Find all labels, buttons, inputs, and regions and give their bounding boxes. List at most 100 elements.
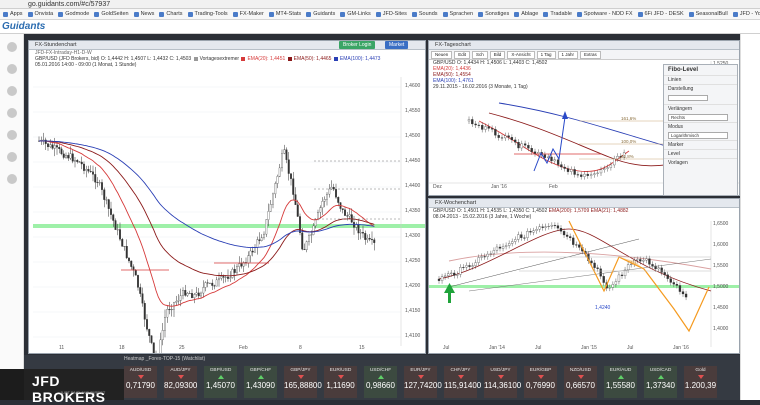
candle [367, 235, 369, 243]
heatmap-tile[interactable]: EUR/AUD1,55580 [604, 366, 637, 398]
menu-icon[interactable] [7, 64, 17, 74]
candle [533, 228, 535, 235]
bookmark-item[interactable]: News [134, 11, 160, 17]
candle [166, 305, 168, 323]
bell-icon[interactable] [7, 130, 17, 140]
heatmap-tile[interactable]: USD/JPY114,36100 [484, 366, 517, 398]
brand-tagline: JUST FAIR AND DIRECT [60, 390, 105, 395]
candle [270, 200, 272, 212]
y-tick: 1,4450 [405, 158, 420, 164]
candle [283, 145, 285, 154]
bookmark-item[interactable]: Apps [3, 11, 28, 17]
candle [539, 224, 541, 232]
fibo-marker[interactable]: Marker [664, 140, 737, 149]
fibo-level[interactable]: Level [664, 149, 737, 158]
bookmark-item[interactable]: Sounds [412, 11, 443, 17]
tile-symbol: GBP/CHF [244, 368, 277, 373]
bookmark-item[interactable]: Guidants [306, 11, 340, 17]
candle [191, 289, 193, 298]
bookmark-item[interactable]: Tradable [543, 11, 577, 17]
verlaengern-select[interactable]: Rechts [668, 114, 728, 121]
candle [277, 175, 279, 189]
arrow-down-icon [578, 375, 584, 379]
heatmap-tile[interactable]: GBP/JPY165,88800 [284, 366, 317, 398]
x-tick: 8 [299, 345, 302, 351]
heatmap-tile[interactable]: NZD/USD0,66570 [564, 366, 597, 398]
candle [205, 281, 207, 291]
candle [290, 174, 292, 186]
bookmarks-bar: AppsOnvistaGodmodeGoldSeitenNewsChartsTr… [0, 9, 760, 20]
bookmark-item[interactable]: MT4-Stats [269, 11, 306, 17]
star-icon[interactable] [7, 86, 17, 96]
candle [155, 351, 157, 354]
address-bar[interactable]: go.guidants.com/#c/57937 [0, 0, 760, 9]
heatmap-tile[interactable]: USD/CAD1,37340 [644, 366, 677, 398]
ema50-line [39, 141, 374, 276]
bookmark-item[interactable]: GoldSeiten [94, 11, 133, 17]
chat-icon[interactable] [7, 152, 17, 162]
hourly-chart-panel: FX-Stundenchart JFD-FX-Intraday-H1-D-W G… [28, 40, 426, 354]
candle [108, 199, 110, 217]
bookmark-item[interactable]: Godmode [58, 11, 94, 17]
candle [514, 137, 516, 145]
bookmark-item[interactable]: Sonstiges [478, 11, 514, 17]
candle [593, 171, 595, 178]
candle [151, 335, 153, 344]
bookmark-item[interactable]: 6Fi JFD - DESK [638, 11, 689, 17]
gear-icon[interactable] [7, 174, 17, 184]
bookmark-item[interactable]: Ablage [514, 11, 543, 17]
arrow-down-icon [458, 375, 464, 379]
bookmark-item[interactable]: GM-Links [340, 11, 376, 17]
candle [250, 248, 252, 263]
candle [468, 116, 470, 124]
candle [369, 234, 371, 241]
candle [560, 162, 562, 170]
heatmap-tile[interactable]: GBP/USD1,45070 [204, 366, 237, 398]
modus-select[interactable]: Logarithmisch [668, 132, 728, 139]
candle [137, 275, 139, 291]
candle [268, 204, 270, 227]
bookmark-item[interactable]: SeasonalBull [689, 11, 733, 17]
heatmap-tile[interactable]: EUR/GBP0,76990 [524, 366, 557, 398]
avatar[interactable] [7, 42, 17, 52]
candle [618, 272, 620, 285]
bookmark-item[interactable]: Trading-Tools [188, 11, 233, 17]
candle [575, 242, 577, 248]
heatmap-tile[interactable]: CHF/JPY115,91400 [444, 366, 477, 398]
bookmark-item[interactable]: Onvista [28, 11, 59, 17]
candle [124, 246, 126, 251]
weekly-price-chart[interactable]: 1,4240 [429, 199, 740, 354]
bookmark-item[interactable]: FX-Maker [233, 11, 269, 17]
bookmark-item[interactable]: Sprachen [443, 11, 479, 17]
heatmap-tile[interactable]: AUD/JPY82,09300 [164, 366, 197, 398]
url-text[interactable]: go.guidants.com/#c/57937 [28, 1, 110, 8]
candle [572, 235, 574, 248]
fibo-vorlagen[interactable]: Vorlagen [664, 158, 737, 167]
candle [245, 258, 247, 266]
candle [542, 224, 544, 231]
bookmark-item[interactable]: Spotware - NDD FX [577, 11, 638, 17]
fibo-linien[interactable]: Linien [664, 75, 737, 84]
tile-symbol: EUR/GBP [524, 368, 557, 373]
list-icon[interactable] [7, 108, 17, 118]
heatmap-tile[interactable]: GBP/CHF1,43090 [244, 366, 277, 398]
candle [193, 293, 195, 303]
heatmap-tile[interactable]: EUR/USD1,11690 [324, 366, 357, 398]
heatmap-tile[interactable]: USD/CHF0,98660 [364, 366, 397, 398]
bookmark-item[interactable]: Charts [159, 11, 187, 17]
candle [447, 271, 449, 279]
bookmark-item[interactable]: JFD-Sites [376, 11, 412, 17]
candle [456, 271, 458, 278]
guidants-logo[interactable]: Guidants [2, 21, 45, 32]
tile-symbol: NZD/USD [564, 368, 597, 373]
candle [491, 125, 493, 132]
bookmark-item[interactable]: JFD - YouTube [733, 11, 760, 17]
tile-price: 1,55580 [604, 381, 637, 390]
heatmap-tile[interactable]: AUD/USD0,71790 [124, 366, 157, 398]
candle [90, 165, 92, 173]
line-style-select[interactable] [668, 95, 708, 101]
hourly-price-chart[interactable] [29, 41, 426, 354]
heatmap-tile[interactable]: EUR/JPY127,74200 [404, 366, 437, 398]
heatmap-tile[interactable]: Gold1.200,39 [684, 366, 717, 398]
candle [319, 205, 321, 219]
